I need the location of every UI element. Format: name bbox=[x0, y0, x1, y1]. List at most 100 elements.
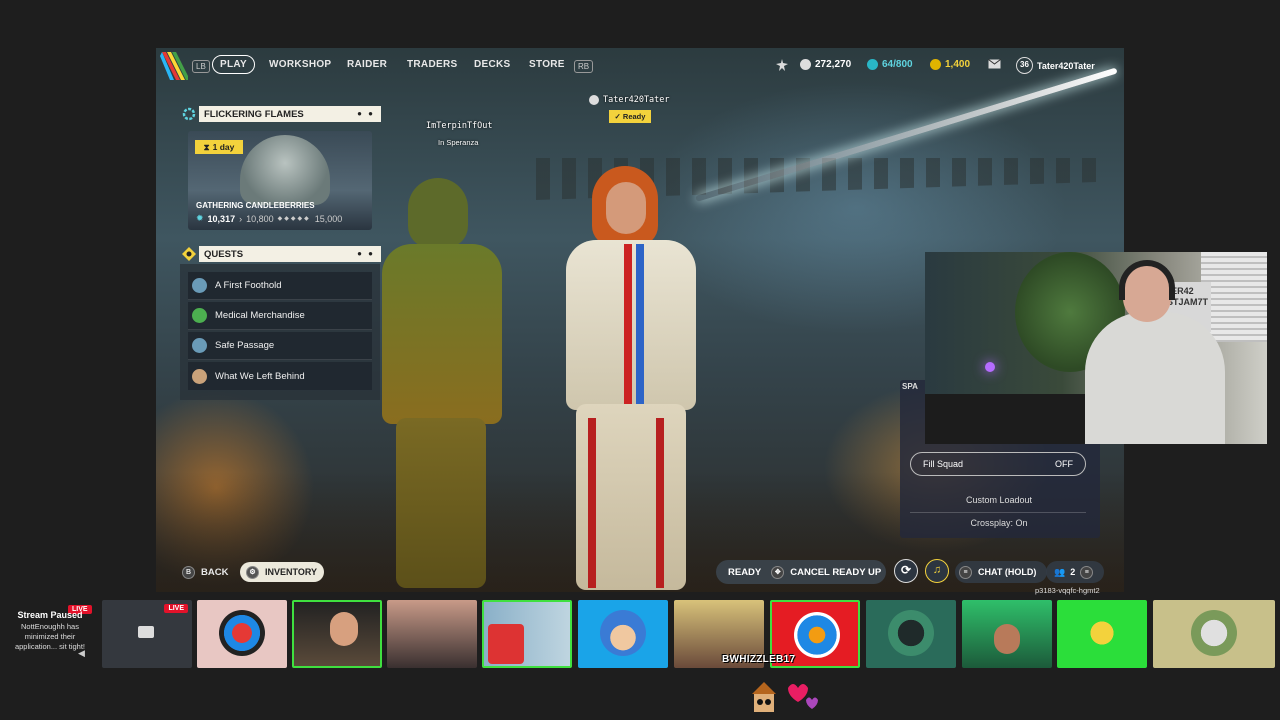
stream-thumb[interactable] bbox=[1153, 600, 1275, 668]
trophy-icon[interactable] bbox=[776, 59, 788, 71]
ready-button[interactable]: READY bbox=[728, 567, 761, 578]
mail-icon[interactable] bbox=[988, 59, 1001, 69]
avatar bbox=[1079, 610, 1125, 656]
streamer bbox=[1075, 260, 1225, 444]
stream-paused-title: Stream Paused bbox=[17, 610, 83, 620]
nav-raider[interactable]: RAIDER bbox=[347, 59, 387, 70]
event-target: 15,000 bbox=[314, 213, 343, 224]
rb-button[interactable]: RB bbox=[574, 60, 594, 73]
quest-diamond-icon bbox=[182, 247, 196, 261]
nav-play[interactable]: PLAY bbox=[212, 55, 255, 74]
ready-bar: READY ✥ CANCEL READY UP bbox=[716, 560, 886, 584]
stream-thumb[interactable] bbox=[578, 600, 668, 668]
coin-icon bbox=[800, 59, 811, 70]
back-button[interactable]: B BACK bbox=[182, 566, 228, 579]
nav-store[interactable]: STORE bbox=[529, 59, 565, 70]
quest-label: Medical Merchandise bbox=[215, 310, 305, 321]
stream-paused-notice: Stream Paused NottEnoughh has minimized … bbox=[6, 610, 94, 652]
party-member-1[interactable]: Tater420Tater bbox=[589, 95, 670, 105]
player-badge-icon bbox=[589, 95, 599, 105]
ready-status-badge: ✓ Ready bbox=[609, 110, 651, 123]
party-member-2-location: In Speranza bbox=[438, 138, 479, 147]
quests-more-icon[interactable]: ● ● bbox=[357, 249, 375, 258]
event-gear-icon bbox=[182, 107, 196, 121]
quest-item[interactable]: A First Foothold bbox=[188, 272, 372, 300]
event-next: 10,800 bbox=[246, 213, 274, 224]
tokens-value: 1,400 bbox=[945, 59, 971, 70]
quests-title: QUESTS bbox=[204, 248, 244, 260]
avatar bbox=[600, 610, 646, 656]
party-button[interactable]: 👥 2 ≡ bbox=[1046, 561, 1104, 583]
event-timer-badge: ⧗ 1 day bbox=[195, 140, 243, 154]
progress-gear-icon: ✹ bbox=[196, 213, 204, 223]
party-member-2-name[interactable]: ImTerpinTfOut bbox=[426, 121, 493, 131]
cred-display: 64/800 bbox=[867, 59, 913, 70]
streamer-face bbox=[330, 612, 358, 646]
viewer-name-overlay: BWHIZZLEB17 bbox=[722, 654, 796, 665]
more-icon[interactable]: ● ● bbox=[357, 109, 375, 118]
cred-icon bbox=[867, 59, 878, 70]
avatar bbox=[888, 610, 934, 656]
progress-dots: ◆◆◆◆◆ bbox=[277, 216, 311, 222]
custom-loadout-option[interactable]: Custom Loadout bbox=[899, 495, 1099, 505]
fill-squad-toggle[interactable]: Fill Squad OFF bbox=[910, 452, 1086, 476]
quest-label: A First Foothold bbox=[215, 280, 282, 291]
nav-workshop[interactable]: WORKSHOP bbox=[269, 59, 331, 70]
stream-thumb[interactable] bbox=[1057, 600, 1147, 668]
inventory-key-icon: ⚙ bbox=[246, 565, 259, 579]
quest-item[interactable]: Safe Passage bbox=[188, 332, 372, 360]
stream-thumb[interactable]: LIVE bbox=[102, 600, 192, 668]
stream-thumb[interactable] bbox=[482, 600, 572, 668]
ready-status: Ready bbox=[622, 112, 646, 121]
event-image bbox=[240, 135, 330, 205]
avatar bbox=[219, 610, 265, 656]
inventory-button[interactable]: ⚙ INVENTORY bbox=[240, 562, 324, 582]
profile-username: Tater420Tater bbox=[1037, 60, 1095, 71]
event-header[interactable]: FLICKERING FLAMES ● ● bbox=[199, 106, 381, 122]
crossplay-icon[interactable]: ⟳ bbox=[894, 559, 918, 583]
speaker-muted-icon[interactable]: ◀ bbox=[78, 648, 85, 659]
menu-key-icon: ≡ bbox=[1080, 565, 1094, 579]
b-key-icon: B bbox=[182, 566, 195, 579]
inventory-label: INVENTORY bbox=[265, 567, 318, 577]
quest-item[interactable]: What We Left Behind bbox=[188, 362, 372, 390]
party-icon: 👥 bbox=[1054, 566, 1066, 577]
quest-item[interactable]: Medical Merchandise bbox=[188, 302, 372, 330]
emote-icon bbox=[752, 682, 818, 712]
game-logo-icon bbox=[160, 52, 188, 80]
stream-art bbox=[488, 624, 524, 664]
lamp bbox=[985, 362, 995, 372]
voice-icon[interactable]: ♫ bbox=[925, 559, 949, 583]
stream-thumb[interactable] bbox=[866, 600, 956, 668]
avatar bbox=[1191, 610, 1237, 656]
event-current: 10,317 bbox=[207, 213, 236, 224]
nav-traders[interactable]: TRADERS bbox=[407, 59, 457, 70]
nav-decks[interactable]: DECKS bbox=[474, 59, 511, 70]
coins-display: 272,270 bbox=[800, 59, 851, 70]
crossplay-option[interactable]: Crossplay: On bbox=[899, 518, 1099, 528]
top-nav: LB PLAY WORKSHOP RAIDER TRADERS DECKS ST… bbox=[156, 52, 1124, 80]
event-title: FLICKERING FLAMES bbox=[204, 108, 304, 120]
stream-thumb[interactable] bbox=[197, 600, 287, 668]
lb-button[interactable]: LB bbox=[192, 60, 210, 73]
quest-globe-icon bbox=[192, 278, 207, 293]
avatar bbox=[794, 612, 840, 658]
quest-label: Safe Passage bbox=[215, 340, 275, 351]
cancel-ready-button[interactable]: CANCEL READY UP bbox=[790, 567, 881, 578]
quest-label: What We Left Behind bbox=[215, 370, 305, 382]
token-icon bbox=[930, 59, 941, 70]
stream-thumb[interactable] bbox=[387, 600, 477, 668]
quests-header[interactable]: QUESTS ● ● bbox=[199, 246, 381, 262]
chat-button[interactable]: ≡ CHAT (HOLD) bbox=[955, 561, 1047, 583]
tokens-display: 1,400 bbox=[930, 59, 970, 70]
live-badge: LIVE bbox=[164, 604, 188, 613]
event-progress: ✹ 10,317 › 10,800 ◆◆◆◆◆ 15,000 bbox=[196, 213, 342, 224]
party-member-1-name: Tater420Tater bbox=[603, 95, 670, 105]
stream-thumb[interactable] bbox=[292, 600, 382, 668]
profile[interactable]: 36 Tater420Tater bbox=[1016, 57, 1095, 74]
quest-medical-icon bbox=[192, 308, 207, 323]
stream-strip: LIVE bbox=[0, 598, 1280, 672]
back-label: BACK bbox=[201, 567, 229, 578]
stream-thumb[interactable] bbox=[962, 600, 1052, 668]
level-badge: 36 bbox=[1016, 57, 1033, 74]
